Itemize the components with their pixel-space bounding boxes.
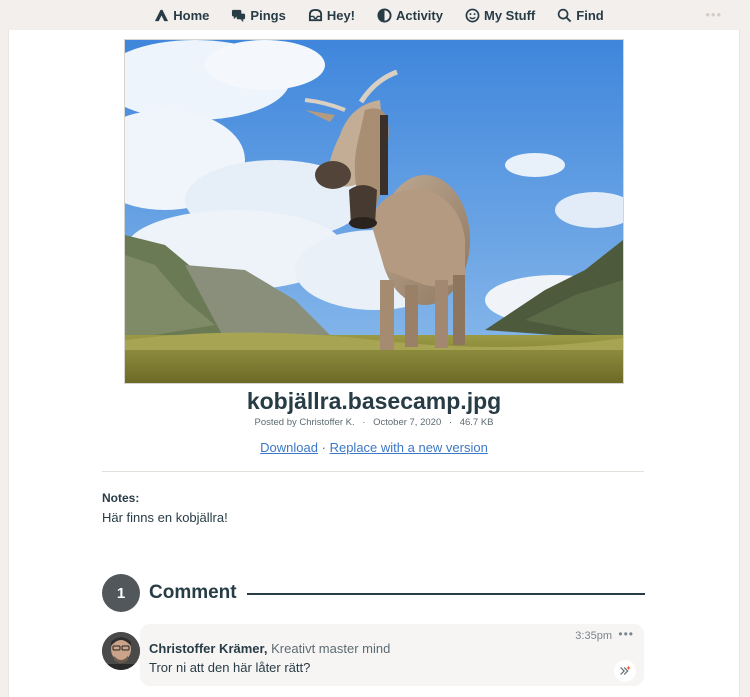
file-meta: Posted by Christoffer K. · October 7, 20… [9,417,739,428]
avatar[interactable] [102,632,140,670]
comment-body: Tror ni att den här låter rätt? [149,660,311,675]
comments-header: 1 Comment [102,574,645,612]
nav-activity[interactable]: Activity [377,8,443,23]
comment-author: Christoffer Krämer, Kreativt master mind [149,641,390,656]
nav-my-stuff-label: My Stuff [483,7,536,23]
nav-hey-label: Hey! [326,7,356,23]
notes-label: Notes: [102,491,140,505]
meta-separator: · [448,417,453,428]
top-navigation: Home Pings Hey! Activity My Stuff Find •… [0,0,750,30]
action-separator: · [321,440,326,455]
section-divider [102,471,644,472]
file-size: 46.7 KB [459,417,494,428]
comment-author-role: Kreativt master mind [271,641,391,656]
nav-pings[interactable]: Pings [231,7,286,23]
more-menu-button[interactable]: ••• [705,7,722,22]
cow-photo [125,40,623,383]
nav-find-label: Find [576,7,604,23]
comment-author-name[interactable]: Christoffer Krämer, [149,641,267,656]
posted-by-text: Posted by Christoffer K. [254,417,355,428]
avatar-photo [102,632,140,670]
comment-time[interactable]: 3:35pm [575,630,612,642]
nav-hey[interactable]: Hey! [308,8,355,23]
comments-title: Comment [149,582,237,603]
comment-menu-button[interactable]: ••• [618,627,634,641]
posted-date: October 7, 2020 [373,417,442,428]
my-stuff-icon [465,8,480,22]
file-preview-image[interactable] [124,39,624,384]
nav-pings-label: Pings [250,7,286,23]
pings-icon [232,9,246,22]
comments-rule [246,593,645,595]
notes-text: Här finns en kobjällra! [102,510,228,525]
boost-button[interactable] [614,660,636,682]
search-icon [558,8,572,22]
comment-item: 3:35pm ••• Christoffer Krämer, Kreativt … [140,624,644,686]
replace-version-link[interactable]: Replace with a new version [330,440,488,455]
file-actions: Download · Replace with a new version [9,440,739,455]
activity-icon [377,7,392,23]
home-icon [155,9,169,21]
nav-find[interactable]: Find [557,7,604,23]
nav-activity-label: Activity [396,7,443,23]
hey-icon [308,8,322,21]
comment-count-badge: 1 [102,574,140,612]
nav-bar: Home Pings Hey! Activity My Stuff Find [154,7,604,23]
nav-home[interactable]: Home [154,8,209,23]
download-link[interactable]: Download [260,440,318,455]
nav-home-label: Home [173,7,210,23]
file-panel: kobjällra.basecamp.jpg Posted by Christo… [8,30,740,697]
boost-icon [620,665,632,675]
nav-my-stuff[interactable]: My Stuff [465,8,535,23]
file-name-heading: kobjällra.basecamp.jpg [246,388,502,414]
meta-separator: · [362,417,366,428]
